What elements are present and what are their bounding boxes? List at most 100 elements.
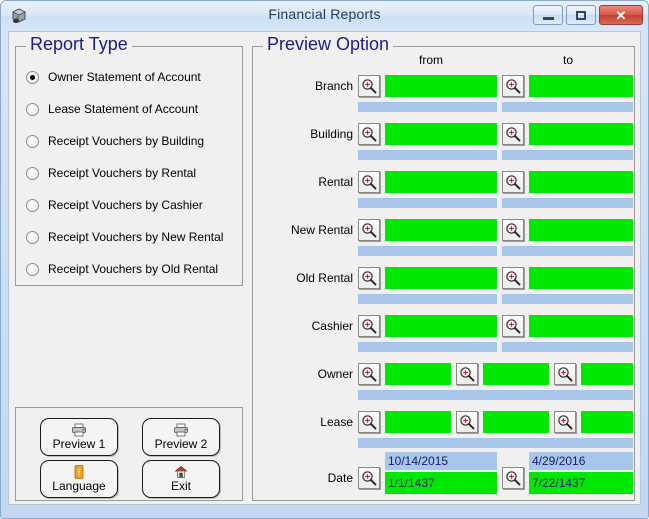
input-date-from-hijri[interactable]: 1/1/1437 (385, 472, 497, 494)
lookup-button-lease-3[interactable] (554, 411, 576, 433)
magnifier-plus-icon (362, 79, 377, 94)
input-date-from-gregorian[interactable]: 10/14/2015 (385, 452, 497, 470)
row-label-branch: Branch (314, 79, 353, 93)
input-owner-secondary[interactable] (358, 390, 633, 400)
input-old-rental-to-secondary[interactable] (502, 294, 633, 304)
input-old-rental-from[interactable] (385, 267, 497, 289)
input-owner-2[interactable] (483, 363, 549, 385)
radio-indicator[interactable] (26, 198, 39, 212)
lookup-button-old-rental-to[interactable] (502, 267, 524, 289)
lookup-button-date-from[interactable] (358, 467, 380, 489)
magnifier-plus-icon (362, 223, 377, 238)
radio-label: Receipt Vouchers by Cashier (48, 198, 203, 212)
language-button[interactable]: f Language (40, 460, 118, 498)
input-date-to-gregorian[interactable]: 4/29/2016 (529, 452, 633, 470)
input-branch-to[interactable] (529, 75, 633, 97)
printer-icon (174, 423, 188, 437)
input-building-from-secondary[interactable] (358, 150, 497, 160)
input-new-rental-to[interactable] (529, 219, 633, 241)
lookup-button-lease-1[interactable] (358, 411, 380, 433)
input-building-to-secondary[interactable] (502, 150, 633, 160)
close-icon: ✕ (615, 7, 627, 23)
input-building-to[interactable] (529, 123, 633, 145)
input-building-from[interactable] (385, 123, 497, 145)
magnifier-plus-icon (506, 319, 521, 334)
input-old-rental-from-secondary[interactable] (358, 294, 497, 304)
lookup-button-cashier-from[interactable] (358, 315, 380, 337)
input-rental-from[interactable] (385, 171, 497, 193)
input-branch-from[interactable] (385, 75, 497, 97)
radio-label: Receipt Vouchers by Building (48, 134, 205, 148)
input-owner-3[interactable] (581, 363, 633, 385)
magnifier-plus-icon (362, 271, 377, 286)
lookup-button-rental-to[interactable] (502, 171, 524, 193)
radio-receipt-vouchers-by-new-rental[interactable]: Receipt Vouchers by New Rental (26, 229, 223, 245)
radio-owner-statement-of-account[interactable]: Owner Statement of Account (26, 69, 201, 85)
radio-indicator[interactable] (26, 70, 39, 84)
radio-receipt-vouchers-by-old-rental[interactable]: Receipt Vouchers by Old Rental (26, 261, 218, 277)
input-rental-to-secondary[interactable] (502, 198, 633, 208)
radio-indicator[interactable] (26, 262, 39, 276)
input-lease-1[interactable] (385, 411, 451, 433)
input-cashier-to-secondary[interactable] (502, 342, 633, 352)
input-date-to-hijri[interactable]: 7/22/1437 (529, 472, 633, 494)
maximize-button[interactable] (566, 5, 596, 25)
input-old-rental-to[interactable] (529, 267, 633, 289)
input-rental-to[interactable] (529, 171, 633, 193)
radio-label: Owner Statement of Account (48, 70, 201, 84)
input-lease-3[interactable] (581, 411, 633, 433)
input-rental-from-secondary[interactable] (358, 198, 497, 208)
preview-2-button[interactable]: Preview 2 (142, 418, 220, 456)
input-cashier-to[interactable] (529, 315, 633, 337)
radio-indicator[interactable] (26, 166, 39, 180)
radio-receipt-vouchers-by-cashier[interactable]: Receipt Vouchers by Cashier (26, 197, 203, 213)
input-lease-secondary[interactable] (358, 438, 633, 448)
lookup-button-building-from[interactable] (358, 123, 380, 145)
radio-receipt-vouchers-by-rental[interactable]: Receipt Vouchers by Rental (26, 165, 196, 181)
radio-indicator[interactable] (26, 102, 39, 116)
radio-lease-statement-of-account[interactable]: Lease Statement of Account (26, 101, 198, 117)
lookup-button-owner-1[interactable] (358, 363, 380, 385)
lookup-button-lease-2[interactable] (456, 411, 478, 433)
radio-label: Receipt Vouchers by Rental (48, 166, 197, 180)
radio-indicator[interactable] (26, 230, 39, 244)
lookup-button-owner-3[interactable] (554, 363, 576, 385)
preview-1-button[interactable]: Preview 1 (40, 418, 118, 456)
magnifier-plus-icon (362, 127, 377, 142)
lookup-button-new-rental-to[interactable] (502, 219, 524, 241)
minimize-icon (542, 16, 554, 20)
exit-button[interactable]: Exit (142, 460, 220, 498)
input-cashier-from[interactable] (385, 315, 497, 337)
magnifier-plus-icon (558, 415, 573, 430)
radio-indicator[interactable] (26, 134, 39, 148)
input-new-rental-to-secondary[interactable] (502, 246, 633, 256)
minimize-button[interactable] (533, 5, 563, 25)
lookup-button-rental-from[interactable] (358, 171, 380, 193)
lookup-button-branch-to[interactable] (502, 75, 524, 97)
magnifier-plus-icon (506, 223, 521, 238)
input-cashier-from-secondary[interactable] (358, 342, 497, 352)
lookup-button-branch-from[interactable] (358, 75, 380, 97)
financial-reports-window: Financial Reports ✕ Report Type Owner St… (0, 0, 649, 519)
input-lease-2[interactable] (483, 411, 549, 433)
preview-1-label: Preview 1 (52, 437, 106, 451)
lookup-button-cashier-to[interactable] (502, 315, 524, 337)
input-branch-to-secondary[interactable] (502, 102, 633, 112)
radio-receipt-vouchers-by-building[interactable]: Receipt Vouchers by Building (26, 133, 204, 149)
printer-icon (72, 423, 86, 437)
magnifier-plus-icon (506, 79, 521, 94)
lookup-button-owner-2[interactable] (456, 363, 478, 385)
input-new-rental-from[interactable] (385, 219, 497, 241)
lookup-button-new-rental-from[interactable] (358, 219, 380, 241)
lookup-button-building-to[interactable] (502, 123, 524, 145)
magnifier-plus-icon (362, 175, 377, 190)
magnifier-plus-icon (362, 471, 377, 486)
input-branch-from-secondary[interactable] (358, 102, 497, 112)
lookup-button-date-to[interactable] (502, 467, 524, 489)
lookup-button-old-rental-from[interactable] (358, 267, 380, 289)
close-button[interactable]: ✕ (599, 5, 643, 25)
input-owner-1[interactable] (385, 363, 451, 385)
input-new-rental-from-secondary[interactable] (358, 246, 497, 256)
magnifier-plus-icon (362, 415, 377, 430)
magnifier-plus-icon (506, 271, 521, 286)
